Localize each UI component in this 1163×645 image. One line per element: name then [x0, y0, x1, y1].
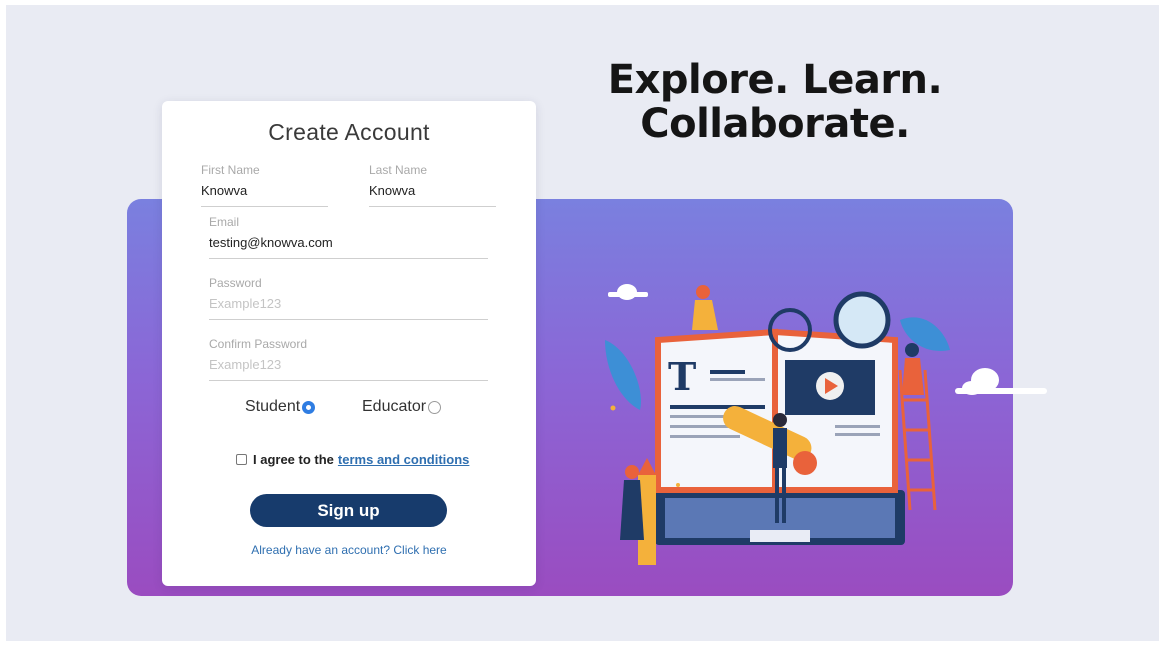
confirm-password-field-group: Confirm Password: [209, 337, 488, 381]
last-name-label: Last Name: [369, 163, 428, 177]
terms-agreement-row: I agree to the terms and conditions: [236, 452, 469, 467]
student-radio[interactable]: [302, 400, 316, 414]
tagline-line-2: Collaborate.: [640, 101, 910, 147]
educator-radio[interactable]: [428, 400, 442, 414]
role-student-label: Student: [245, 398, 301, 415]
first-name-field-group: First Name: [201, 163, 328, 207]
magnifier-icon: [833, 291, 891, 349]
role-option-educator[interactable]: Educator: [362, 398, 442, 416]
password-field-group: Password: [209, 276, 488, 320]
agree-checkbox[interactable]: [236, 454, 247, 465]
email-label: Email: [209, 215, 240, 229]
cloud-left-icon: [608, 284, 648, 300]
first-name-field[interactable]: [201, 183, 328, 207]
last-name-field[interactable]: [369, 183, 496, 207]
tagline-line-1: Explore. Learn.: [607, 57, 943, 103]
form-title: Create Account: [268, 119, 430, 145]
email-field[interactable]: [209, 235, 488, 259]
agree-text: I agree to the: [253, 452, 334, 467]
password-label: Password: [209, 276, 262, 290]
create-account-card: Create Account First Name Last Name Emai…: [162, 101, 536, 586]
role-educator-label: Educator: [362, 398, 427, 415]
cloud-right-icon: [955, 368, 1047, 395]
email-field-group: Email: [209, 215, 488, 259]
person-sitting-icon: [692, 285, 718, 330]
confirm-password-label: Confirm Password: [209, 337, 308, 351]
first-name-label: First Name: [201, 163, 260, 177]
role-selector: Student Educator: [162, 398, 536, 418]
confirm-password-field[interactable]: [209, 357, 488, 381]
password-field[interactable]: [209, 296, 488, 320]
role-option-student[interactable]: Student: [245, 398, 316, 416]
sign-up-button[interactable]: Sign up: [250, 494, 447, 527]
svg-text:T: T: [668, 354, 696, 399]
hero-tagline: Explore. Learn. Collaborate.: [590, 58, 960, 146]
terms-link[interactable]: terms and conditions: [338, 452, 469, 467]
last-name-field-group: Last Name: [369, 163, 496, 207]
education-laptop-illustration: T: [605, 284, 1047, 565]
person-ladder-icon: [902, 343, 924, 395]
login-link[interactable]: Already have an account? Click here: [162, 543, 536, 557]
leaf-left-icon: [605, 340, 641, 410]
